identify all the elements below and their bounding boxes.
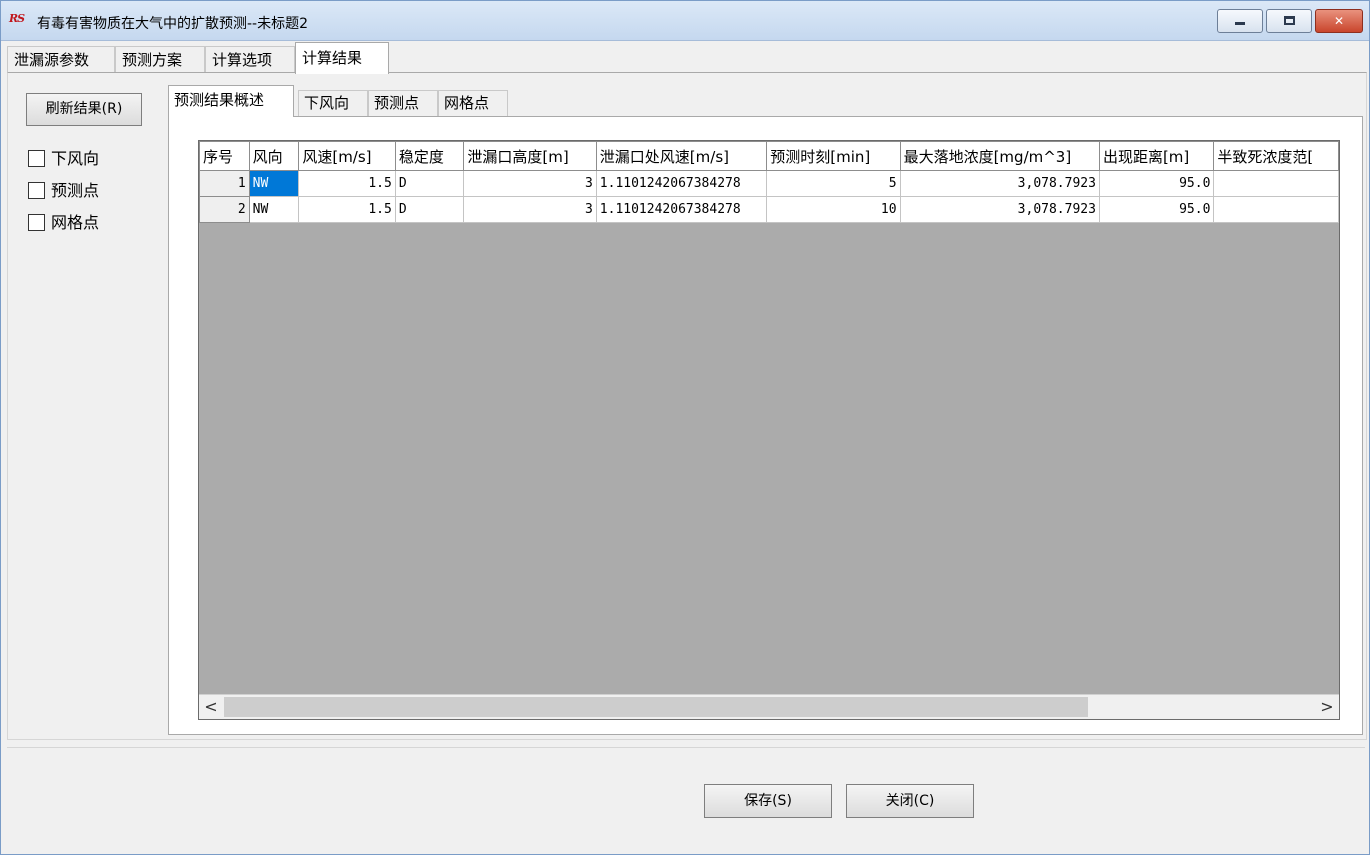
table-cell[interactable]: 1.5 — [298, 196, 396, 223]
table-cell[interactable]: NW — [248, 170, 300, 197]
table-cell[interactable]: 1.1101242067384278 — [595, 196, 768, 223]
horizontal-scrollbar[interactable]: < > — [199, 694, 1339, 719]
sub-tab-area: 预测结果概述 下风向 预测点 网格点 序号 风向 风速[m/s] 稳定度 泄漏口… — [168, 85, 1363, 735]
table-cell[interactable] — [1213, 196, 1339, 223]
tab-prediction-scheme[interactable]: 预测方案 — [115, 46, 205, 73]
checkbox-label: 预测点 — [51, 181, 100, 200]
column-header[interactable]: 最大落地浓度[mg/m^3] — [899, 141, 1100, 171]
close-button[interactable]: 关闭(C) — [846, 784, 974, 818]
checkbox-box[interactable] — [28, 150, 45, 167]
row-number[interactable]: 1 — [199, 170, 250, 197]
table-cell[interactable]: 3,078.7923 — [899, 196, 1100, 223]
checkbox-label: 网格点 — [51, 213, 100, 232]
column-header[interactable]: 稳定度 — [394, 141, 465, 171]
minimize-icon — [1235, 22, 1245, 25]
table-cell[interactable]: 1.1101242067384278 — [595, 170, 768, 197]
close-window-button[interactable]: ✕ — [1315, 9, 1363, 33]
summary-panel: 序号 风向 风速[m/s] 稳定度 泄漏口高度[m] 泄漏口处风速[m/s] 预… — [168, 116, 1363, 735]
table-cell[interactable]: D — [394, 196, 465, 223]
column-header[interactable]: 风速[m/s] — [298, 141, 396, 171]
table-cell[interactable]: 3,078.7923 — [899, 170, 1100, 197]
results-grid[interactable]: 序号 风向 风速[m/s] 稳定度 泄漏口高度[m] 泄漏口处风速[m/s] 预… — [198, 140, 1340, 720]
column-header[interactable]: 泄漏口处风速[m/s] — [595, 141, 768, 171]
row-number[interactable]: 2 — [199, 196, 250, 223]
title-bar: RS 有毒有害物质在大气中的扩散预测--未标题2 ✕ — [1, 1, 1369, 41]
checkbox-downwind[interactable]: 下风向 — [28, 145, 100, 168]
table-cell[interactable]: 95.0 — [1098, 196, 1215, 223]
subtab-summary[interactable]: 预测结果概述 — [168, 85, 294, 117]
table-cell[interactable]: 95.0 — [1098, 170, 1215, 197]
save-button[interactable]: 保存(S) — [704, 784, 832, 818]
main-tab-strip: 泄漏源参数 预测方案 计算选项 计算结果 — [7, 42, 1367, 74]
table-cell[interactable]: 1.5 — [298, 170, 396, 197]
table-row[interactable]: 2 NW 1.5 D 3 1.1101242067384278 10 3,078… — [199, 196, 1339, 223]
tab-calc-results[interactable]: 计算结果 — [295, 42, 389, 74]
footer-divider — [7, 747, 1365, 748]
window-title: 有毒有害物质在大气中的扩散预测--未标题2 — [37, 16, 309, 32]
refresh-results-button[interactable]: 刷新结果(R) — [26, 93, 142, 126]
table-cell[interactable] — [1213, 170, 1339, 197]
table-header-row: 序号 风向 风速[m/s] 稳定度 泄漏口高度[m] 泄漏口处风速[m/s] 预… — [199, 141, 1339, 171]
table-cell[interactable]: 5 — [766, 170, 901, 197]
checkbox-box[interactable] — [28, 182, 45, 199]
subtab-prediction-points[interactable]: 预测点 — [368, 90, 438, 116]
column-header[interactable]: 风向 — [248, 141, 300, 171]
subtab-downwind[interactable]: 下风向 — [298, 90, 368, 116]
main-window: RS 有毒有害物质在大气中的扩散预测--未标题2 ✕ 泄漏源参数 预测方案 计算… — [0, 0, 1370, 855]
tab-leak-source-params[interactable]: 泄漏源参数 — [7, 46, 115, 73]
table-cell[interactable]: 3 — [463, 196, 597, 223]
column-header[interactable]: 半致死浓度范[ — [1213, 141, 1339, 171]
table-row[interactable]: 1 NW 1.5 D 3 1.1101242067384278 5 3,078.… — [199, 170, 1339, 197]
app-logo-icon: RS — [9, 12, 25, 25]
scroll-thumb[interactable] — [224, 697, 1088, 717]
scroll-right-icon[interactable]: > — [1315, 695, 1339, 719]
minimize-button[interactable] — [1217, 9, 1263, 33]
column-header[interactable]: 预测时刻[min] — [766, 141, 901, 171]
column-header[interactable]: 泄漏口高度[m] — [463, 141, 597, 171]
table-cell[interactable]: 10 — [766, 196, 901, 223]
table-cell[interactable]: 3 — [463, 170, 597, 197]
results-table: 序号 风向 风速[m/s] 稳定度 泄漏口高度[m] 泄漏口处风速[m/s] 预… — [199, 141, 1339, 223]
results-panel: 刷新结果(R) 下风向 预测点 网格点 预测结果概述 下风向 预测点 网格点 序… — [7, 72, 1367, 740]
tab-calc-options[interactable]: 计算选项 — [205, 46, 295, 73]
checkbox-label: 下风向 — [51, 149, 100, 168]
checkbox-box[interactable] — [28, 214, 45, 231]
close-icon: ✕ — [1333, 14, 1345, 28]
scroll-left-icon[interactable]: < — [199, 695, 223, 719]
maximize-icon — [1283, 16, 1295, 25]
table-cell[interactable]: D — [394, 170, 465, 197]
column-header[interactable]: 出现距离[m] — [1098, 141, 1215, 171]
checkbox-grid-point[interactable]: 网格点 — [28, 209, 100, 232]
checkbox-prediction-point[interactable]: 预测点 — [28, 177, 100, 200]
subtab-grid-points[interactable]: 网格点 — [438, 90, 508, 116]
column-header[interactable]: 序号 — [199, 141, 250, 171]
table-cell[interactable]: NW — [248, 196, 300, 223]
maximize-button[interactable] — [1266, 9, 1312, 33]
